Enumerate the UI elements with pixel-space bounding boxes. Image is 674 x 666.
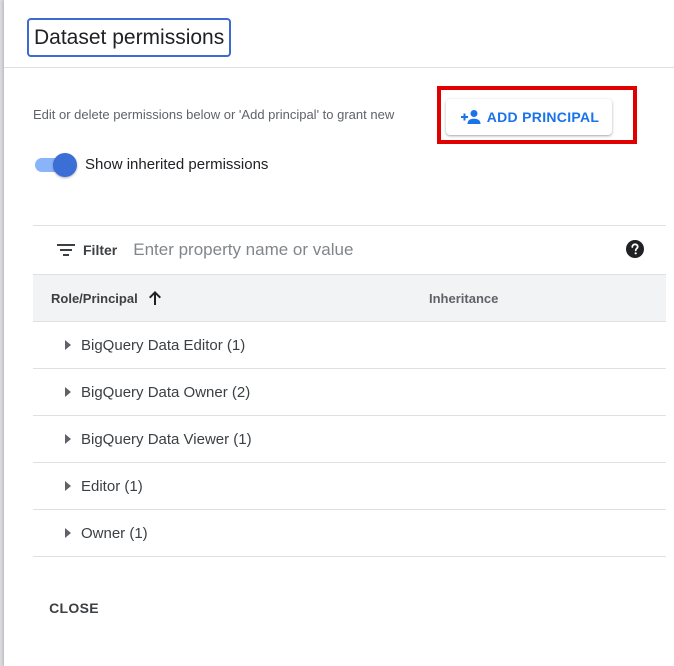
show-inherited-toggle[interactable] [33, 152, 77, 177]
row-label: Editor (1) [81, 477, 143, 495]
dialog-title: Dataset permissions [34, 26, 225, 49]
filter-input[interactable] [133, 240, 554, 260]
title-wrap: Dataset permissions [27, 18, 232, 57]
table-row[interactable]: Owner (1) [33, 510, 666, 557]
close-button[interactable]: CLOSE [42, 593, 106, 623]
caret-right-icon[interactable] [63, 338, 73, 352]
highlight-annotation [437, 86, 637, 144]
column-inheritance[interactable]: Inheritance [429, 291, 498, 306]
help-icon[interactable] [626, 240, 644, 258]
filter-label: Filter [83, 242, 118, 258]
close-label: CLOSE [49, 600, 99, 616]
table-row[interactable]: BigQuery Data Owner (2) [33, 369, 666, 416]
row-label: BigQuery Data Owner (2) [81, 383, 251, 401]
caret-right-icon[interactable] [63, 385, 73, 399]
table-header: Role/Principal Inheritance [33, 275, 666, 322]
toggle-knob [53, 153, 77, 177]
show-inherited-row: Show inherited permissions [33, 152, 269, 177]
row-label: Owner (1) [81, 524, 148, 542]
column-role-label: Role/Principal [51, 290, 138, 306]
caret-right-icon[interactable] [63, 526, 73, 540]
filter-icon [57, 244, 75, 256]
caret-right-icon[interactable] [63, 479, 73, 493]
column-role-principal[interactable]: Role/Principal [51, 290, 162, 306]
table-row[interactable]: BigQuery Data Editor (1) [33, 322, 666, 369]
caret-right-icon[interactable] [63, 432, 73, 446]
permissions-dialog: Dataset permissions Edit or delete permi… [4, 0, 674, 666]
title-divider [4, 67, 674, 68]
filter-bar: Filter [33, 226, 666, 275]
arrow-up-icon [148, 291, 161, 305]
row-label: BigQuery Data Editor (1) [81, 336, 246, 354]
permissions-table: Filter Role/Principal Inheritance BigQue… [33, 225, 666, 557]
row-label: BigQuery Data Viewer (1) [81, 430, 252, 448]
table-row[interactable]: Editor (1) [33, 463, 666, 510]
help-text: Edit or delete permissions below or 'Add… [33, 107, 395, 122]
show-inherited-label: Show inherited permissions [85, 155, 269, 173]
table-rows: BigQuery Data Editor (1) BigQuery Data Ow… [33, 322, 666, 557]
table-row[interactable]: BigQuery Data Viewer (1) [33, 416, 666, 463]
